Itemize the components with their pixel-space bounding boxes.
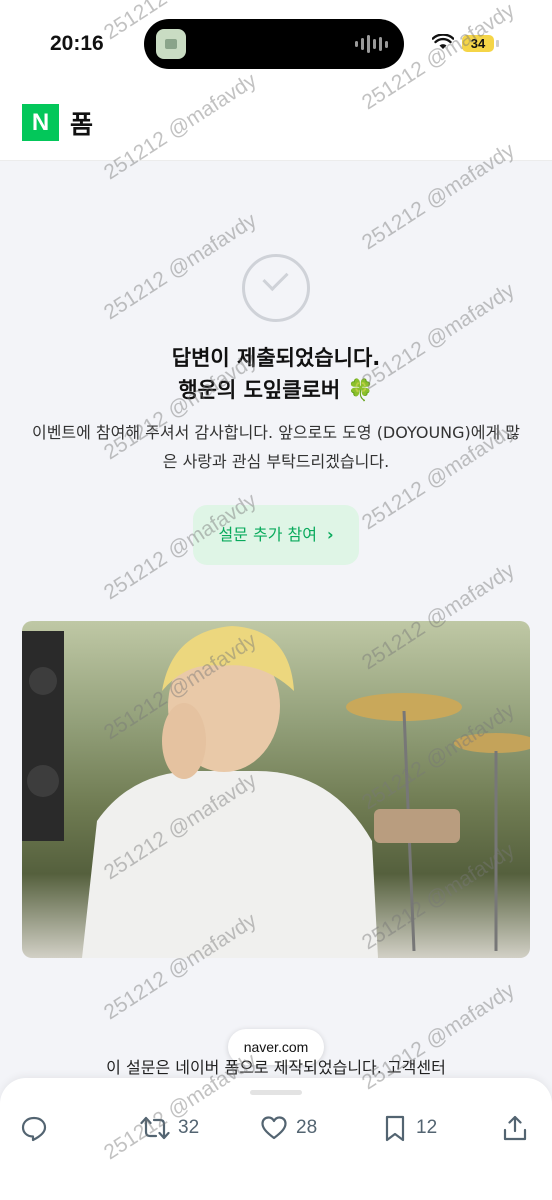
status-bar: 20:16 34 [0,0,552,90]
retweet-icon [140,1116,170,1140]
confirmation-heading: 답변이 제출되었습니다. 행운의 도잎클로버 🍀 [0,342,552,406]
retweet-count: 32 [178,1117,200,1138]
chevron-right-icon: › [326,525,334,544]
app-thumbnail-icon [156,29,186,59]
like-button[interactable]: 28 [260,1112,317,1144]
wifi-icon [432,34,454,49]
cta-label: 설문 추가 참여 [218,525,317,544]
battery-tip [496,40,499,47]
sheet-grabber[interactable] [250,1090,302,1095]
dynamic-island[interactable] [144,19,404,69]
like-count: 28 [296,1117,318,1138]
share-button[interactable] [502,1112,528,1144]
audio-wave-icon [355,35,388,53]
bookmark-icon [385,1115,405,1142]
additional-survey-button[interactable]: 설문 추가 참여 › [193,505,359,565]
heart-icon [261,1116,287,1140]
share-icon [503,1115,527,1141]
reply-button[interactable] [20,1112,48,1144]
naver-logo[interactable]: N [22,104,59,141]
form-header: N 폼 [0,90,552,161]
retweet-button[interactable]: 32 [140,1112,199,1144]
heading-line-2: 행운의 도잎클로버 🍀 [178,378,374,402]
confirmation-description: 이벤트에 참여해 주셔서 감사합니다. 앞으로도 도영 (DOYOUNG)에게 … [31,423,521,471]
tweet-action-bar: 32 28 12 [0,1078,552,1200]
event-photo [22,621,530,958]
bookmark-count: 12 [416,1117,438,1138]
status-time: 20:16 [50,32,104,55]
watermark-text: 251212 @mafavdy [100,208,261,325]
bookmark-button[interactable]: 12 [382,1112,437,1144]
page-title: 폼 [70,110,94,139]
battery-indicator: 34 [462,35,494,52]
reply-icon [21,1116,47,1142]
check-circle-icon [242,254,310,322]
heading-line-1: 답변이 제출되었습니다. [171,346,381,370]
footer-text: 이 설문은 네이버 폼으로 제작되었습니다. 고객센터 [106,1058,446,1077]
